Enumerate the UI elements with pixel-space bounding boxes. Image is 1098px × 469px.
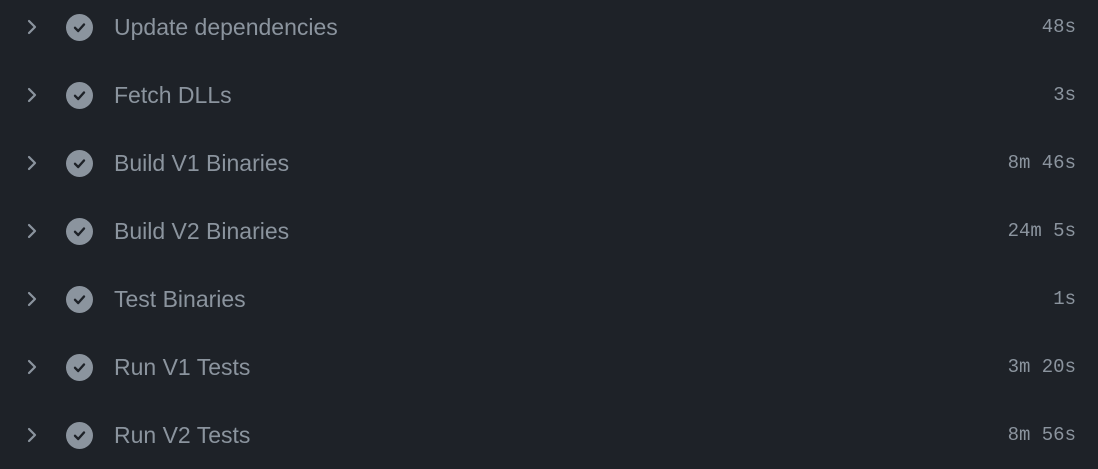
step-name: Run V2 Tests (114, 421, 251, 448)
chevron-right-icon[interactable] (24, 359, 40, 375)
check-circle-icon (66, 353, 93, 381)
step-name: Build V1 Binaries (114, 149, 290, 176)
step-row[interactable]: Test Binaries 1s (0, 265, 1098, 333)
check-circle-icon (66, 285, 93, 313)
step-name: Build V2 Binaries (114, 217, 290, 244)
chevron-right-icon[interactable] (24, 19, 40, 35)
check-circle-icon (66, 81, 93, 109)
check-circle-icon (66, 149, 93, 177)
step-name: Update dependencies (114, 13, 338, 40)
step-row[interactable]: Fetch DLLs 3s (0, 61, 1098, 129)
check-circle-icon (66, 13, 93, 41)
chevron-right-icon[interactable] (24, 291, 40, 307)
step-row[interactable]: Run V2 Tests 8m 56s (0, 401, 1098, 469)
step-name: Test Binaries (114, 285, 246, 312)
step-duration: 3m 20s (1007, 356, 1076, 378)
chevron-right-icon[interactable] (24, 223, 40, 239)
step-duration: 3s (1053, 84, 1076, 106)
workflow-steps-list: Update dependencies 48s Fetch DLLs 3s Bu… (0, 0, 1098, 462)
step-row[interactable]: Update dependencies 48s (0, 0, 1098, 61)
step-duration: 48s (1041, 16, 1076, 38)
step-row[interactable]: Build V2 Binaries 24m 5s (0, 197, 1098, 265)
chevron-right-icon[interactable] (24, 87, 40, 103)
step-duration: 1s (1053, 288, 1076, 310)
check-circle-icon (66, 217, 93, 245)
step-row[interactable]: Build V1 Binaries 8m 46s (0, 129, 1098, 197)
step-duration: 24m 5s (1007, 220, 1076, 242)
chevron-right-icon[interactable] (24, 427, 40, 443)
step-name: Run V1 Tests (114, 353, 251, 380)
check-circle-icon (66, 421, 93, 449)
step-row[interactable]: Run V1 Tests 3m 20s (0, 333, 1098, 401)
chevron-right-icon[interactable] (24, 155, 40, 171)
step-duration: 8m 56s (1007, 424, 1076, 446)
step-name: Fetch DLLs (114, 81, 232, 108)
step-duration: 8m 46s (1007, 152, 1076, 174)
